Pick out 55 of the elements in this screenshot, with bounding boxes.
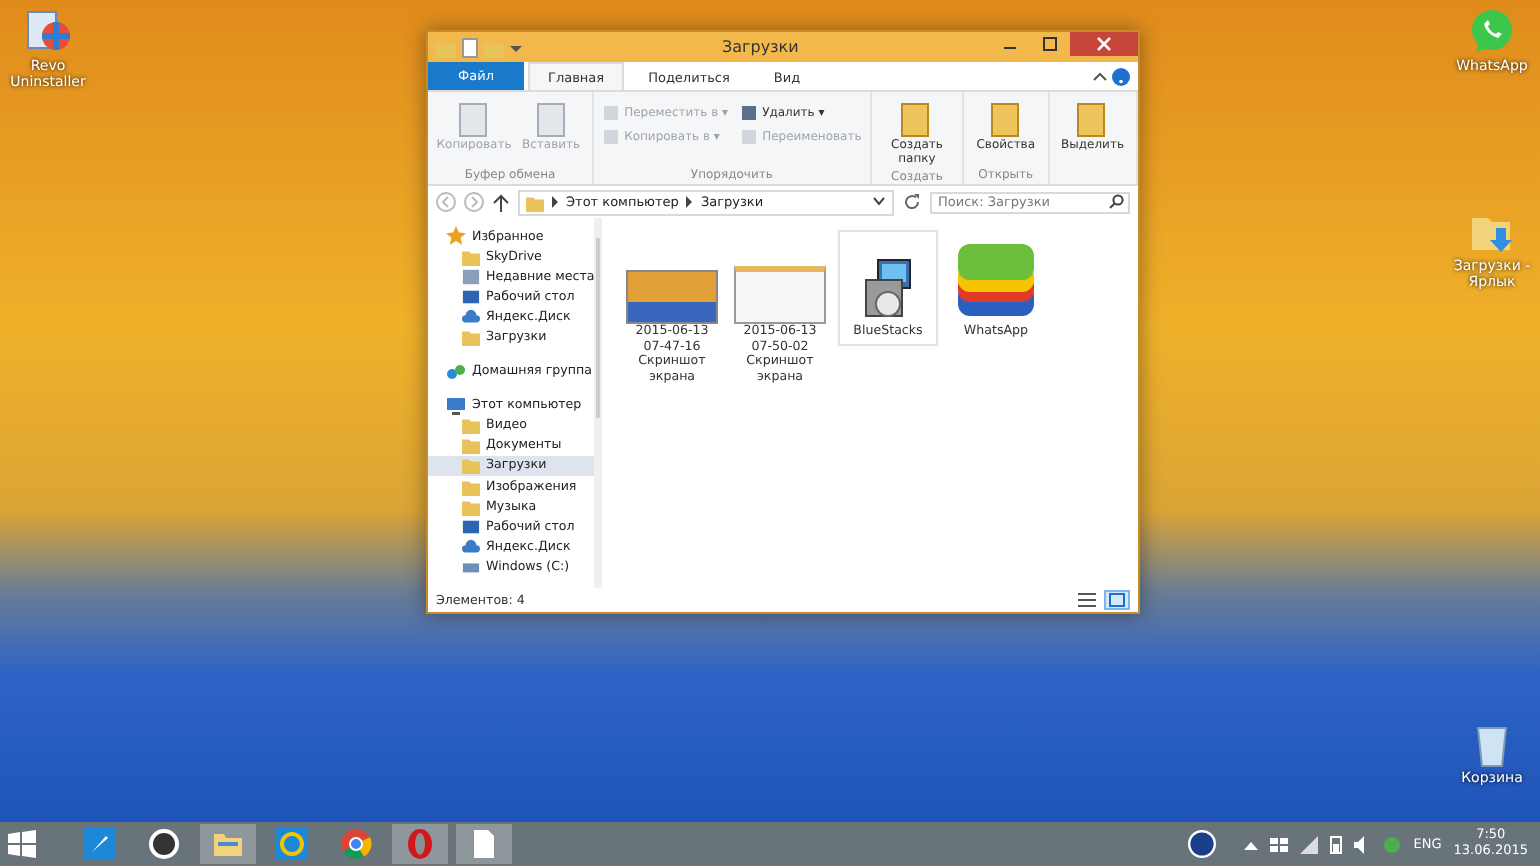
search-icon[interactable] — [1108, 194, 1124, 210]
windows-logo-icon[interactable] — [8, 830, 36, 858]
square-icon — [602, 128, 621, 146]
close-button[interactable] — [1070, 32, 1138, 56]
close-icon — [1096, 36, 1112, 52]
desktop-icon — [462, 517, 480, 536]
view-toggle-button[interactable] — [1074, 590, 1100, 610]
chat-bubble-icon[interactable] — [1468, 8, 1516, 56]
uninstaller-icon[interactable] — [24, 8, 72, 56]
square-icon — [602, 104, 621, 122]
page-icon — [987, 100, 1024, 140]
at-sign-icon — [276, 828, 308, 860]
list-icon — [1078, 592, 1096, 608]
signal-icon[interactable] — [1299, 835, 1318, 853]
collapse-ribbon-icon[interactable] — [1092, 68, 1108, 84]
scrollbar[interactable] — [594, 218, 602, 588]
square-icon — [740, 128, 759, 146]
hp-circle-icon — [148, 828, 180, 860]
view-toggle-button[interactable] — [1104, 590, 1130, 610]
cloud-icon — [462, 307, 480, 326]
chevron-up-icon[interactable] — [1243, 839, 1258, 849]
folder-icon — [462, 328, 480, 347]
recent-places-icon — [462, 267, 480, 286]
folder-icon — [462, 247, 480, 266]
page-icon — [468, 828, 500, 860]
thumbnail-view-icon — [1108, 592, 1126, 608]
speaker-icon[interactable] — [1353, 835, 1370, 853]
cloud-icon — [462, 537, 480, 556]
letter-o-icon — [404, 828, 436, 860]
drive-icon — [462, 557, 480, 576]
square-icon — [740, 104, 759, 122]
page-icon — [898, 100, 935, 140]
caret-icon[interactable] — [510, 41, 522, 53]
page-icon — [1074, 100, 1111, 140]
refresh-icon[interactable] — [902, 192, 922, 212]
battery-icon[interactable] — [1329, 834, 1342, 854]
page-icon — [456, 100, 492, 140]
folder-icon — [526, 193, 544, 211]
screenshot-thumbnail — [734, 266, 826, 324]
page-icon — [533, 100, 570, 140]
computer-icon — [446, 395, 466, 416]
chevron-icon — [684, 196, 695, 208]
rocket-icon — [84, 828, 116, 860]
chevron-icon — [550, 196, 560, 208]
browser-icon — [340, 828, 372, 860]
desktop-icon — [462, 287, 480, 306]
up-arrow-icon[interactable] — [492, 193, 510, 211]
maximize-icon — [1042, 36, 1058, 52]
people-icon — [446, 361, 466, 382]
photo-placeholder — [626, 270, 718, 324]
window-title: Загрузки — [722, 38, 801, 56]
dropdown-icon[interactable] — [872, 196, 886, 208]
flag-icon[interactable] — [1269, 835, 1288, 853]
folder-icon — [212, 828, 244, 860]
star-icon — [446, 226, 466, 247]
